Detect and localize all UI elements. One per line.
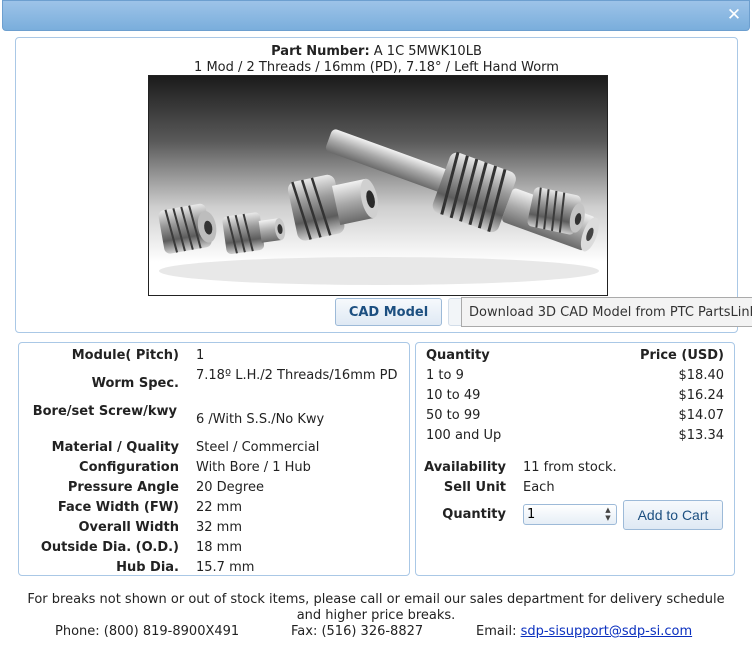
spec-value: 7.18º L.H./2 Threads/16mm PD — [196, 368, 398, 383]
part-description: 1 Mod / 2 Threads / 16mm (PD), 7.18° / L… — [194, 60, 559, 75]
footer-note-line1: For breaks not shown or out of stock ite… — [27, 592, 725, 607]
spec-value: 20 Degree — [196, 480, 264, 495]
spec-label: Overall Width — [78, 520, 179, 535]
price-break-price: $16.24 — [678, 388, 725, 403]
spec-value: 18 mm — [196, 540, 243, 555]
spec-label: Face Width (FW) — [57, 500, 179, 515]
spec-value: 6 /With S.S./No Kwy — [196, 412, 325, 427]
spec-value: 22 mm — [196, 500, 243, 515]
spec-value: 32 mm — [196, 520, 243, 535]
price-break-qty: 100 and Up — [426, 428, 502, 443]
footer-note-line2: and higher price breaks. — [296, 608, 456, 623]
product-image — [148, 75, 608, 296]
spec-label: Configuration — [79, 460, 179, 475]
pricing-panel: Quantity Price (USD) 1 to 9 $18.40 10 to… — [415, 342, 735, 576]
price-break-price: $18.40 — [678, 368, 725, 383]
spec-value: Steel / Commercial — [196, 440, 320, 455]
price-break-qty: 10 to 49 — [426, 388, 481, 403]
email-label: Email: — [476, 624, 517, 639]
dialog-titlebar: ✕ — [2, 0, 750, 31]
spinner-arrows-icon[interactable]: ▲ ▼ — [601, 506, 615, 523]
spec-label: Worm Spec. — [91, 376, 179, 391]
sell-unit-label: Sell Unit — [443, 480, 506, 495]
spec-label: Material / Quality — [51, 440, 179, 455]
availability-label: Availability — [424, 460, 506, 475]
email-link[interactable]: sdp-sisupport@sdp-si.com — [521, 624, 693, 639]
contact-email: Email: sdp-sisupport@sdp-si.com — [476, 624, 692, 640]
sell-unit-value: Each — [523, 480, 555, 495]
spec-label: Outside Dia. (O.D.) — [40, 540, 179, 555]
quantity-input[interactable] — [527, 506, 599, 523]
price-column-header: Price (USD) — [639, 348, 724, 363]
spec-label: Bore/set Screw/kwy — [32, 404, 177, 419]
contact-phone: Phone: (800) 819-8900X491 — [55, 624, 240, 639]
contact-fax: Fax: (516) 326-8827 — [291, 624, 424, 639]
cad-download-tooltip: Download 3D CAD Model from PTC PartsLink — [461, 297, 752, 327]
worm-gears-illustration — [158, 129, 599, 285]
spec-label: Hub Dia. — [116, 560, 179, 575]
part-number-line: Part Number: A 1C 5MWK10LB — [16, 44, 737, 60]
cad-model-button[interactable]: CAD Model — [335, 298, 442, 326]
spec-label: Module( Pitch) — [71, 348, 179, 363]
price-break-qty: 50 to 99 — [426, 408, 481, 423]
spec-value: 1 — [196, 348, 205, 363]
part-number-label: Part Number: — [271, 44, 370, 59]
close-icon[interactable]: ✕ — [725, 5, 743, 25]
spec-value: 15.7 mm — [196, 560, 255, 575]
spec-label: Pressure Angle — [67, 480, 179, 495]
price-break-qty: 1 to 9 — [426, 368, 464, 383]
part-number-value: A 1C 5MWK10LB — [373, 44, 482, 59]
availability-value: 11 from stock. — [523, 460, 617, 475]
specifications-panel: Module( Pitch) 1 Worm Spec. 7.18º L.H./2… — [18, 342, 410, 576]
spec-value: With Bore / 1 Hub — [196, 460, 311, 475]
quantity-label: Quantity — [442, 507, 506, 522]
quantity-stepper[interactable]: ▲▼ — [523, 504, 617, 525]
price-break-price: $14.07 — [678, 408, 725, 423]
add-to-cart-button[interactable]: Add to Cart — [623, 500, 723, 530]
price-break-price: $13.34 — [678, 428, 725, 443]
product-header-panel: Part Number: A 1C 5MWK10LB 1 Mod / 2 Thr… — [15, 37, 738, 333]
quantity-column-header: Quantity — [426, 348, 490, 363]
